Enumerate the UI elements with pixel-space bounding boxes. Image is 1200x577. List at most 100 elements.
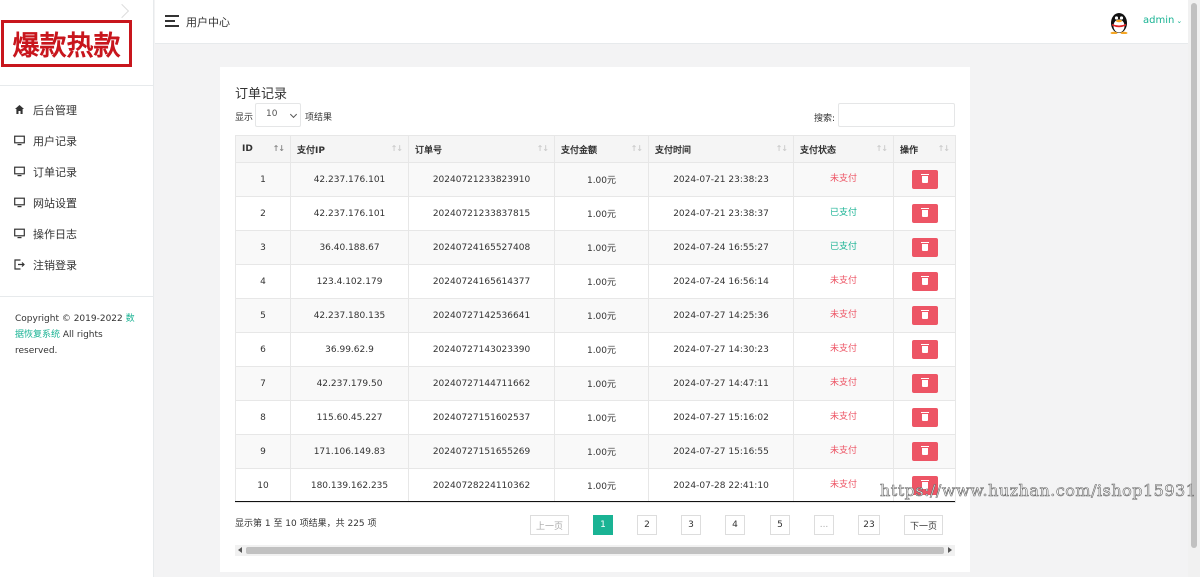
watermark-text: https://www.huzhan.com/ishop15931: [880, 481, 1197, 501]
cell-value: 2024-07-27 15:16:02: [673, 412, 769, 423]
cell-id: 5: [235, 298, 291, 333]
cell-amount: 1.00元: [554, 162, 649, 197]
cell-value: 20240727143023390: [432, 344, 531, 355]
pagination-label: 上一页: [535, 521, 563, 532]
table-scrollbar-thumb[interactable]: [246, 547, 944, 554]
cell-value: 2024-07-21 23:38:23: [673, 174, 769, 185]
sort-icon: ↑↓: [630, 144, 643, 153]
sidebar-item-user-records[interactable]: 用户记录: [0, 125, 153, 156]
sidebar-item-dashboard[interactable]: 后台管理: [0, 94, 153, 125]
delete-button[interactable]: [911, 340, 938, 359]
table-header-row: ID ↑↓ 支付IP ↑↓ 订单号 ↑↓ 支付金额 ↑↓ 支付时间 ↑↓ 支付状态 ↑↓ 操…: [235, 135, 956, 163]
column-header-amount[interactable]: 支付金额 ↑↓: [554, 135, 649, 163]
sidebar-item-label: 网站设置: [33, 196, 77, 210]
delete-button[interactable]: [911, 272, 938, 291]
pagination-page-3[interactable]: 3: [681, 515, 701, 535]
pagination-label: 下一页: [909, 521, 937, 532]
length-label-suffix: 项结果: [305, 113, 333, 123]
page-length-select[interactable]: 10: [255, 103, 301, 127]
cell-ip: 171.106.149.83: [290, 434, 409, 469]
cell-value: 1.00元: [586, 346, 617, 356]
pagination-page-4[interactable]: 4: [725, 515, 745, 535]
column-header-id[interactable]: ID ↑↓: [235, 135, 291, 163]
monitor-icon: [14, 197, 25, 208]
delete-button[interactable]: [911, 408, 938, 427]
table-row: 9 171.106.149.83 20240727151655269 1.00元 202…: [235, 434, 956, 469]
pagination-page-2[interactable]: 2: [637, 515, 657, 535]
column-header-ip[interactable]: 支付IP ↑↓: [290, 135, 409, 163]
length-label-prefix: 显示: [235, 113, 254, 123]
column-header-label: ID: [242, 144, 253, 154]
cell-ip: 42.237.176.101: [290, 196, 409, 231]
pagination-previous[interactable]: 上一页: [530, 515, 569, 535]
sidebar-item-site-settings[interactable]: 网站设置: [0, 187, 153, 218]
delete-button[interactable]: [911, 306, 938, 325]
cell-value: 2: [260, 208, 266, 219]
qq-penguin-icon[interactable]: [1108, 10, 1130, 34]
pagination-page-1[interactable]: 1: [593, 515, 613, 535]
pagination-next[interactable]: 下一页: [904, 515, 943, 535]
table-horizontal-scrollbar[interactable]: [235, 545, 955, 556]
column-header-actions[interactable]: 操作 ↑↓: [893, 135, 956, 163]
trash-icon: [920, 276, 929, 285]
user-menu[interactable]: admin ⌄: [1143, 15, 1182, 26]
cell-value: 36.40.188.67: [319, 242, 380, 253]
cell-value: 42.237.179.50: [316, 378, 383, 389]
trash-icon: [920, 208, 929, 217]
home-icon: [14, 104, 25, 115]
cell-status: 已支付: [793, 230, 894, 265]
cell-ip: 42.237.179.50: [290, 366, 409, 401]
card-title: 订单记录: [235, 87, 288, 102]
cell-time: 2024-07-24 16:56:14: [648, 264, 794, 299]
cell-value: 1.00元: [586, 482, 617, 492]
sidebar-item-label: 订单记录: [33, 165, 77, 179]
pagination-page-5[interactable]: 5: [770, 515, 790, 535]
user-name: admin: [1143, 15, 1175, 26]
cell-value: 2024-07-24 16:56:14: [673, 276, 769, 287]
cell-time: 2024-07-27 15:16:55: [648, 434, 794, 469]
column-header-label: 支付IP: [297, 145, 325, 156]
delete-button[interactable]: [911, 170, 938, 189]
logout-icon: [14, 259, 25, 270]
sidebar-item-logout[interactable]: 注销登录: [0, 249, 153, 280]
cell-value: 42.237.176.101: [313, 174, 386, 185]
cell-value: 6: [260, 344, 266, 355]
sort-icon: ↑↓: [775, 144, 788, 153]
brand-logo-text: 爆款热款: [12, 31, 121, 62]
pagination-label: 23: [863, 520, 875, 530]
cell-value: 2024-07-27 14:25:36: [673, 310, 769, 321]
copyright: Copyright © 2019-2022 数据恢复系统 All rights …: [0, 297, 153, 373]
page-scrollbar-thumb[interactable]: [1191, 3, 1197, 548]
sort-asc-icon: ↑↓: [272, 144, 285, 153]
column-header-status[interactable]: 支付状态 ↑↓: [793, 135, 894, 163]
cell-id: 4: [235, 264, 291, 299]
delete-button[interactable]: [911, 204, 938, 223]
cell-value: 20240727151655269: [432, 446, 531, 457]
status-badge: 已支付: [829, 208, 857, 218]
cell-status: 未支付: [793, 468, 894, 503]
delete-button[interactable]: [911, 374, 938, 393]
sidebar-item-order-records[interactable]: 订单记录: [0, 156, 153, 187]
delete-button[interactable]: [911, 442, 938, 461]
table-row: 1 42.237.176.101 20240721233823910 1.00元 202…: [235, 162, 956, 197]
menu-toggle-icon[interactable]: [165, 15, 179, 27]
cell-ip: 123.4.102.179: [290, 264, 409, 299]
scroll-right-icon[interactable]: [948, 547, 952, 553]
cell-amount: 1.00元: [554, 230, 649, 265]
brand-logo[interactable]: 爆款热款: [1, 20, 132, 67]
column-header-order-no[interactable]: 订单号 ↑↓: [408, 135, 555, 163]
sidebar-item-operation-log[interactable]: 操作日志: [0, 218, 153, 249]
trash-icon: [920, 412, 929, 421]
copyright-prefix: Copyright © 2019-2022: [15, 314, 126, 324]
cell-value: 2024-07-21 23:38:37: [673, 208, 769, 219]
pagination-page-23[interactable]: 23: [858, 515, 880, 535]
cell-status: 未支付: [793, 400, 894, 435]
delete-button[interactable]: [911, 238, 938, 257]
search-input[interactable]: [838, 103, 955, 127]
column-header-time[interactable]: 支付时间 ↑↓: [648, 135, 794, 163]
logo-area: 爆款热款: [0, 0, 153, 86]
cell-amount: 1.00元: [554, 332, 649, 367]
table-row: 3 36.40.188.67 20240724165527408 1.00元 2024-…: [235, 230, 956, 265]
scroll-left-icon[interactable]: [238, 547, 242, 553]
cell-actions: [893, 230, 956, 265]
